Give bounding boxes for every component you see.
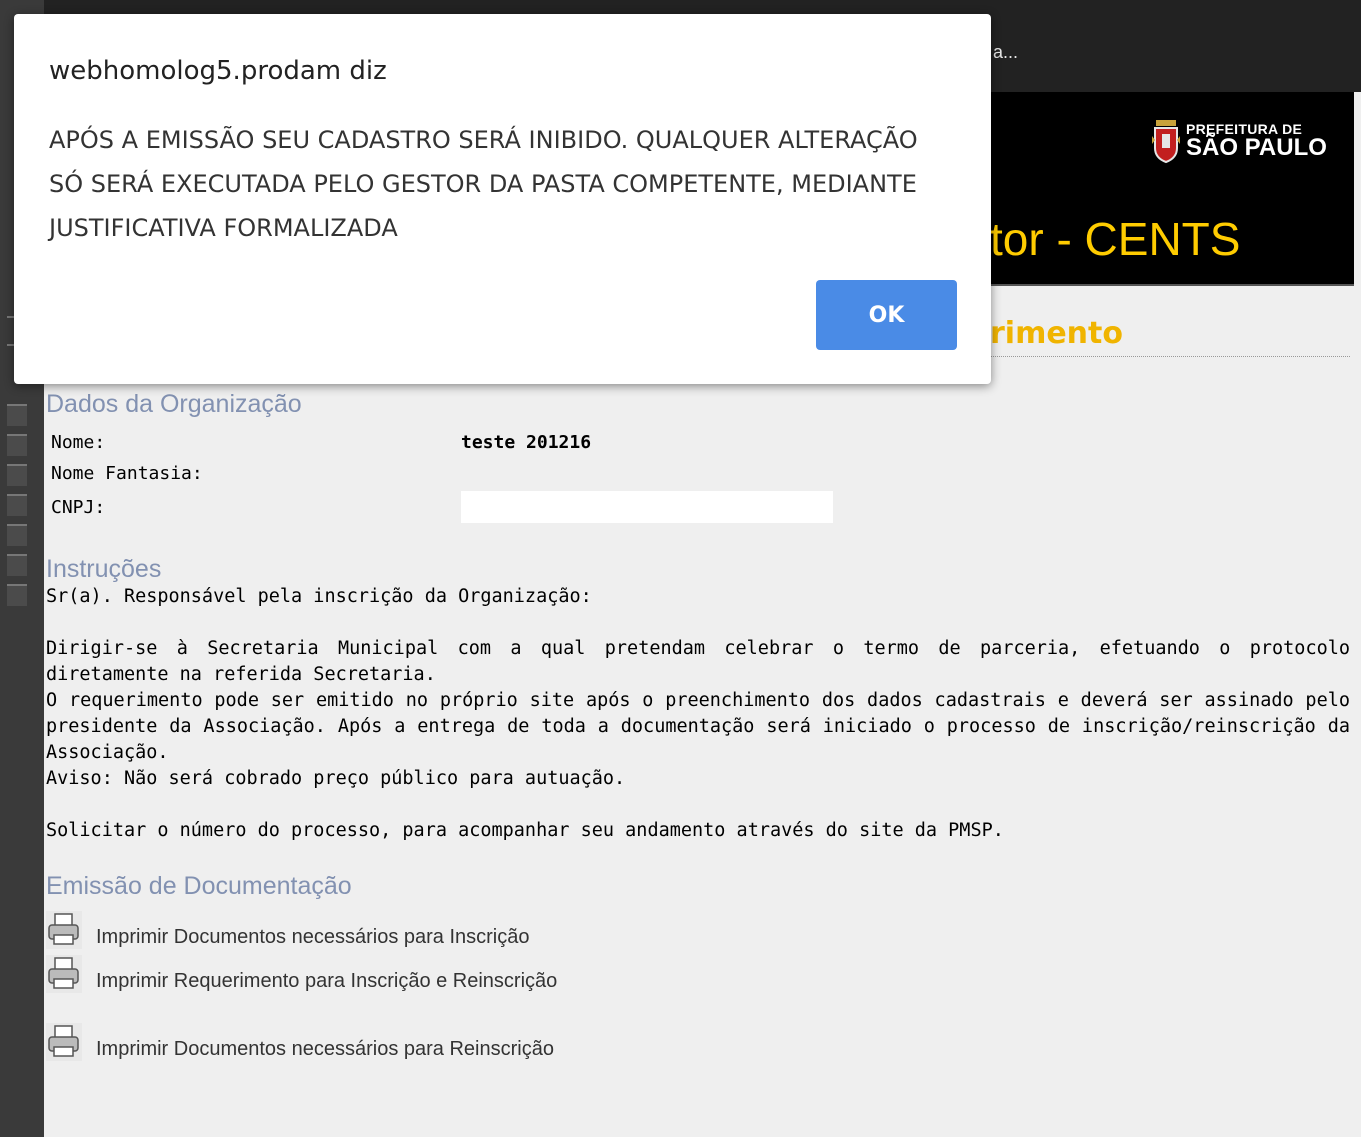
organization-heading: Dados da Organização [46,390,302,418]
instructions-paragraph-3: Aviso: Não será cobrado preço público pa… [46,768,626,789]
browser-tab-title[interactable]: a... [993,42,1018,63]
sidebar-tab[interactable] [7,494,27,516]
print-link-label[interactable]: Imprimir Documentos necessários para Ins… [96,926,530,949]
sidebar-tab[interactable] [7,404,27,426]
system-title: tor - CENTS [990,213,1241,265]
sidebar-tab[interactable] [7,524,27,546]
field-label: Nome Fantasia: [51,463,203,484]
cnpj-value-redacted [461,491,833,523]
print-link-label[interactable]: Imprimir Requerimento para Inscrição e R… [96,970,557,993]
dialog-title: webhomolog5.prodam diz [49,56,387,86]
dialog-message: APÓS A EMISSÃO SEU CADASTRO SERÁ INIBIDO… [49,126,918,242]
field-row-nome: Nome: teste 201216 [46,427,1350,458]
printer-icon [46,1023,82,1061]
sidebar-tab[interactable] [7,554,27,576]
print-link-inscricao[interactable]: Imprimir Documentos necessários para Ins… [46,911,1350,949]
print-link-requerimento[interactable]: Imprimir Requerimento para Inscrição e R… [46,955,1350,993]
logo-line-2: SÃO PAULO [1186,134,1327,161]
sidebar-tab[interactable] [7,434,27,456]
instructions-greeting: Sr(a). Responsável pela inscrição da Org… [46,586,592,607]
field-label: CNPJ: [51,496,106,518]
main-content: Dados da Organização Nome: teste 201216 … [46,390,1350,1061]
field-row-cnpj: CNPJ: [46,489,1350,525]
instructions-heading: Instruções [46,555,162,583]
printer-icon [46,911,82,949]
alert-dialog: webhomolog5.prodam diz APÓS A EMISSÃO SE… [14,14,991,384]
instructions-paragraph-1: Dirigir-se à Secretaria Municipal com a … [46,638,1350,685]
ok-button[interactable]: OK [816,280,957,350]
print-link-reinscricao[interactable]: Imprimir Documentos necessários para Rei… [46,1023,1350,1061]
instructions-paragraph-4: Solicitar o número do processo, para aco… [46,820,1004,841]
sao-paulo-crest-icon [1152,118,1180,164]
instructions-paragraph-2: O requerimento pode ser emitido no própr… [46,690,1350,763]
field-row-nome-fantasia: Nome Fantasia: [46,458,1350,489]
sidebar-tab[interactable] [7,464,27,486]
print-link-label[interactable]: Imprimir Documentos necessários para Rei… [96,1038,554,1061]
printer-icon [46,955,82,993]
field-label: Nome: [51,432,106,453]
documentation-heading: Emissão de Documentação [46,872,352,900]
prefeitura-logo: PREFEITURA DE SÃO PAULO [1152,118,1327,164]
field-value-nome: teste 201216 [461,432,592,453]
sidebar-tab[interactable] [7,584,27,606]
page-title: rimento [990,316,1123,351]
logo-text: PREFEITURA DE SÃO PAULO [1186,122,1327,160]
